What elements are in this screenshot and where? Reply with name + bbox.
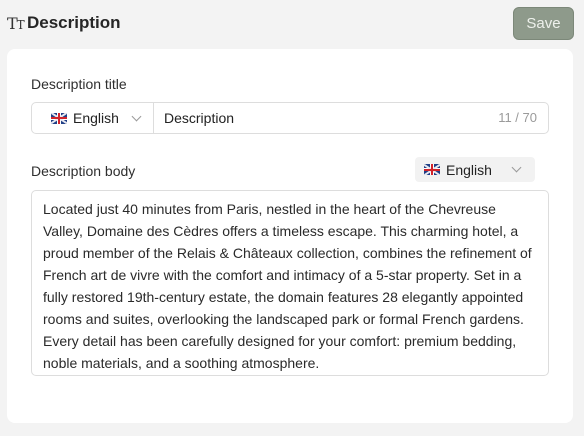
- title-language-select[interactable]: English: [32, 103, 154, 133]
- section-header: TT Description Save: [0, 0, 584, 46]
- description-editor: TT Description Save Description title En…: [0, 0, 584, 436]
- description-body-textarea[interactable]: Located just 40 minutes from Paris, nest…: [31, 190, 549, 376]
- section-title: Description: [27, 13, 121, 32]
- description-title-field: English Description 11 / 70: [31, 102, 549, 134]
- body-language-label: English: [446, 161, 492, 178]
- uk-flag-icon: [424, 164, 440, 175]
- save-button[interactable]: Save: [513, 7, 574, 40]
- chevron-down-icon: [131, 111, 142, 121]
- character-counter: 11 / 70: [498, 110, 537, 125]
- description-card: Description title English Description 11…: [7, 49, 573, 423]
- description-title-input[interactable]: Description: [164, 103, 234, 133]
- title-language-label: English: [73, 110, 119, 126]
- description-title-label: Description title: [31, 76, 127, 92]
- body-language-select[interactable]: English: [415, 157, 535, 182]
- chevron-down-icon: [511, 162, 522, 173]
- text-type-icon: TT: [7, 14, 25, 33]
- description-body-label: Description body: [31, 163, 136, 179]
- uk-flag-icon: [51, 112, 67, 124]
